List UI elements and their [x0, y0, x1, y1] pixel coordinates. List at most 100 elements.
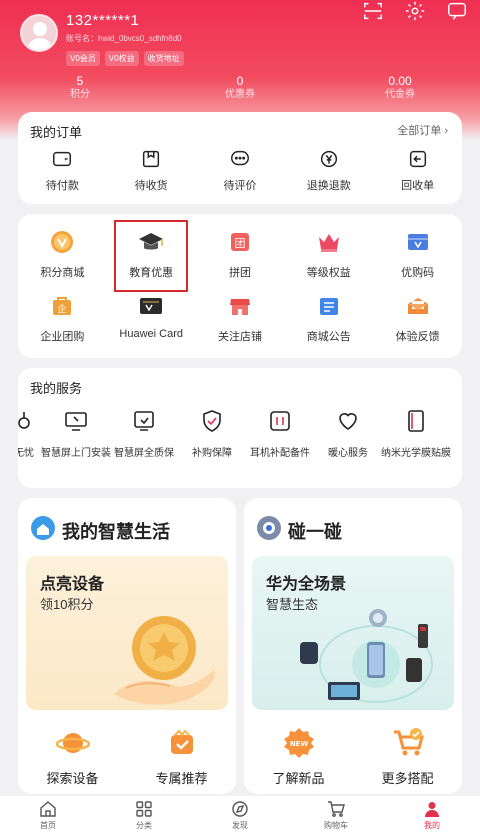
- purchase-code[interactable]: 优购码: [373, 228, 462, 280]
- svg-text:企: 企: [58, 303, 67, 315]
- home-icon: [40, 801, 56, 817]
- compass-icon: [232, 801, 248, 817]
- smart-life-actions: 探索设备 专属推荐: [18, 726, 236, 787]
- points-coin-icon: [51, 231, 74, 253]
- vouchers-stat[interactable]: 0.00 代金券: [320, 74, 480, 102]
- tab-home-label: 首页: [40, 821, 56, 830]
- coupons-value: 0: [236, 74, 244, 88]
- order-refund-label: 退换退款: [306, 180, 351, 192]
- order-recycle-label: 回收单: [401, 180, 435, 192]
- smart-home-icon: [31, 516, 55, 540]
- announcement-icon: [319, 298, 338, 315]
- tab-cart[interactable]: 购物车: [288, 796, 384, 834]
- all-scenario-banner[interactable]: 华为全场景 智慧生态: [252, 556, 454, 710]
- card-icon: [140, 298, 163, 314]
- smart-life-card[interactable]: 我的智慧生活 点亮设备 领10积分 探索设备 专属推荐: [18, 498, 236, 794]
- activate-device-banner[interactable]: 点亮设备 领10积分: [26, 556, 228, 710]
- new-badge-icon: NEW: [283, 728, 314, 758]
- tv-warranty-icon: [134, 411, 154, 431]
- scan-icon[interactable]: [362, 0, 384, 22]
- member-level-badge[interactable]: V0会员: [66, 51, 100, 66]
- svg-text:NEW: NEW: [289, 740, 308, 748]
- tab-cart-label: 购物车: [324, 821, 348, 830]
- level-rights[interactable]: 等级权益: [284, 228, 373, 280]
- orders-title: 我的订单: [30, 125, 83, 140]
- tap-connect-title: 碰一碰: [288, 522, 342, 542]
- followed-stores[interactable]: 关注店铺: [196, 292, 285, 344]
- avatar[interactable]: [20, 14, 58, 52]
- service-smart-screen-install[interactable]: 智慧屏上门安装: [41, 408, 111, 459]
- points-stat[interactable]: 5 积分: [0, 74, 160, 102]
- address-badge[interactable]: 收货地址: [143, 51, 184, 66]
- new-products[interactable]: NEW 了解新品: [244, 726, 353, 787]
- service-smart-screen-install-label: 智慧屏上门安装: [41, 448, 111, 459]
- crown-icon: [318, 234, 339, 252]
- points-value: 5: [76, 74, 84, 88]
- services-row[interactable]: 无忧 智慧屏上门安装 智慧屏全质保 补购保障 耳机补配备件 暖心服务 纳米光学膜…: [18, 408, 451, 459]
- coupons-label: 优惠券: [225, 89, 255, 100]
- shield-icon: [203, 410, 221, 432]
- more-combos-label: 更多搭配: [381, 771, 434, 786]
- explore-devices[interactable]: 探索设备: [18, 726, 127, 787]
- order-refund[interactable]: 退换退款: [284, 148, 373, 193]
- gift-box-icon: [170, 729, 193, 754]
- services-card: 我的服务 无忧 智慧屏上门安装 智慧屏全质保 补购保障 耳机补配备件 暖心服务 …: [18, 368, 462, 488]
- coin-hand-illustration: [114, 616, 215, 705]
- tab-me-label: 我的: [424, 821, 440, 830]
- activate-device-subtitle: 领10积分: [40, 597, 94, 612]
- orders-card: 我的订单 全部订单 › 待付款 待收货 待评价 退换退款 回收单: [18, 112, 462, 204]
- order-recycle[interactable]: 回收单: [373, 148, 462, 193]
- service-screen-film[interactable]: 纳米光学膜贴膜: [381, 408, 451, 459]
- username[interactable]: 132******1: [66, 12, 139, 29]
- coupons-stat[interactable]: 0 优惠券: [160, 74, 320, 102]
- followed-stores-label: 关注店铺: [217, 331, 262, 343]
- education-discount[interactable]: 教育优惠: [107, 228, 196, 280]
- recycle-icon: [409, 150, 426, 168]
- message-icon[interactable]: [446, 0, 468, 22]
- account-name: 账号名：hwid_0bvcs0_sdhfn8d0: [66, 34, 182, 43]
- package-icon: [143, 150, 160, 168]
- tab-category[interactable]: 分类: [96, 796, 192, 834]
- new-products-label: 了解新品: [272, 771, 325, 786]
- service-caring[interactable]: 暖心服务: [314, 408, 382, 459]
- store-announcements-label: 商城公告: [306, 331, 351, 343]
- explore-devices-label: 探索设备: [46, 771, 99, 786]
- service-smart-screen-warranty[interactable]: 智慧屏全质保: [110, 408, 178, 459]
- service-caring-label: 暖心服务: [328, 448, 368, 459]
- service-purchase-protection[interactable]: 补购保障: [178, 408, 246, 459]
- svg-text:团: 团: [234, 237, 245, 250]
- tv-install-icon: [65, 412, 87, 431]
- tab-discover[interactable]: 发现: [192, 796, 288, 834]
- services-title: 我的服务: [30, 381, 83, 396]
- experience-feedback[interactable]: 体验反馈: [373, 292, 462, 344]
- tab-home[interactable]: 首页: [0, 796, 96, 834]
- order-pending-review[interactable]: 待评价: [196, 148, 285, 193]
- order-pending-payment[interactable]: 待付款: [18, 148, 107, 193]
- exclusive-recommendations[interactable]: 专属推荐: [127, 726, 236, 787]
- experience-feedback-label: 体验反馈: [395, 331, 440, 343]
- order-pending-review-label: 待评价: [223, 180, 257, 192]
- tab-me[interactable]: 我的: [384, 796, 480, 834]
- group-buy-label: 拼团: [228, 267, 251, 279]
- huawei-card[interactable]: Huawei Card: [107, 292, 196, 344]
- settings-icon[interactable]: [404, 0, 426, 22]
- all-orders-link[interactable]: 全部订单 ›: [397, 122, 448, 138]
- order-pending-receipt[interactable]: 待收货: [107, 148, 196, 193]
- group-buy[interactable]: 团 拼团: [196, 228, 285, 280]
- all-scenario-title: 华为全场景: [266, 576, 347, 593]
- features-grid: 积分商城 教育优惠 团 拼团 等级权益 优购码 企 企业团购 Huawei Ca…: [18, 228, 462, 344]
- comment-icon: [231, 150, 249, 166]
- points-mall[interactable]: 积分商城: [18, 228, 107, 280]
- service-purchase-protection-label: 补购保障: [192, 448, 232, 459]
- enterprise-purchase[interactable]: 企 企业团购: [18, 292, 107, 344]
- earphone-case-icon: [270, 411, 290, 431]
- service-earphone-parts[interactable]: 耳机补配备件: [246, 408, 314, 459]
- tap-connect-card[interactable]: 碰一碰 华为全场景 智慧生态 NEW 了解新品 更多搭配: [244, 498, 462, 794]
- member-rights-badge[interactable]: V0权益: [104, 51, 139, 66]
- header-actions: [362, 0, 468, 22]
- service-worry-free[interactable]: 无忧: [18, 408, 42, 459]
- more-combos[interactable]: 更多搭配: [353, 726, 462, 787]
- store-announcements[interactable]: 商城公告: [284, 292, 373, 344]
- level-rights-label: 等级权益: [306, 267, 351, 279]
- wallet-icon: [53, 151, 72, 167]
